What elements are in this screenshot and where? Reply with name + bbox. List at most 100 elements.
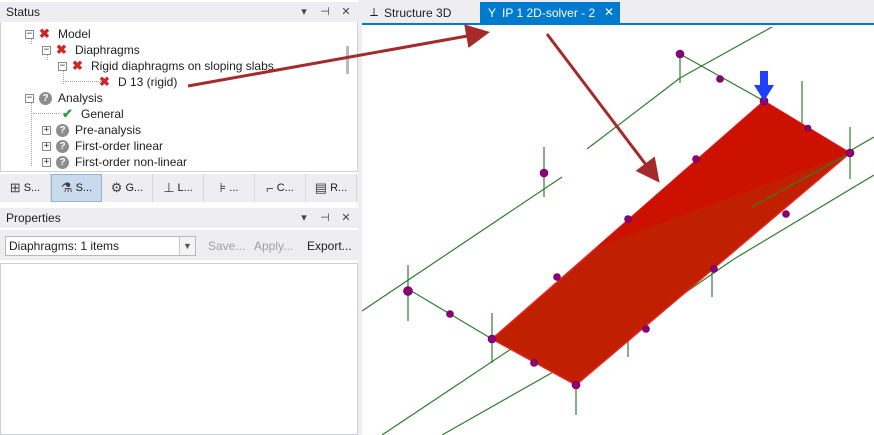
status-panel-pin-icon[interactable]: ⊣ — [319, 5, 331, 19]
tool-tab-checks[interactable]: ⌐ C... — [255, 174, 306, 202]
status-panel-close-icon[interactable]: ✕ — [340, 5, 352, 19]
properties-toolbar: Diaphragms: 1 items ▼ Save... Apply... E… — [0, 230, 358, 260]
status-panel-dropdown-icon[interactable]: ▾ — [298, 5, 310, 19]
tool-tab-strip: ⊞ S... ⚗ S... ⚙ G... ⊥ L... ⊧ ... ⌐ C...… — [0, 174, 358, 202]
node — [845, 148, 855, 158]
collapse-icon[interactable]: − — [58, 61, 67, 71]
checkmark-icon: ✔ — [62, 106, 73, 121]
model-canvas[interactable] — [362, 27, 874, 435]
tree-item-rigid-diaphragms[interactable]: − ✖ Rigid diaphragms on sloping slabs — [58, 58, 274, 74]
expand-icon[interactable]: + — [42, 157, 51, 167]
expand-icon[interactable]: + — [42, 141, 51, 151]
node — [716, 75, 724, 83]
tree-item-label: Model — [58, 27, 91, 41]
structure-3d-icon: ⟂ — [370, 5, 379, 19]
properties-grid — [0, 263, 358, 435]
tree-item-label: Pre-analysis — [75, 123, 142, 137]
tool-tab-report[interactable]: ▤ R... — [306, 174, 357, 202]
tree-item-first-order-non-linear[interactable]: + ? First-order non-linear — [42, 154, 187, 170]
chevron-down-icon[interactable]: ▼ — [179, 237, 195, 255]
tree-item-first-order-linear[interactable]: + ? First-order linear — [42, 138, 163, 154]
error-icon: ✖ — [56, 42, 67, 57]
load-arrow-head — [754, 85, 774, 101]
status-tree: − ✖ Model − ✖ Diaphragms − ✖ Rigid diaph… — [0, 22, 358, 172]
node — [446, 310, 454, 318]
beam-line — [362, 176, 563, 312]
tool-tab-label: ... — [229, 182, 239, 194]
solver-icon: Y — [488, 5, 497, 20]
groups-icon: ⚙ — [110, 180, 123, 195]
apply-button[interactable]: Apply... — [254, 239, 293, 253]
status-panel-header: Status ▾ ⊣ ✕ — [0, 2, 358, 22]
tool-tab-status[interactable]: ⚗ S... — [51, 174, 102, 202]
load-arrow-shaft — [760, 71, 768, 87]
node — [487, 334, 497, 344]
node — [710, 265, 718, 273]
tab-structure-3d[interactable]: ⟂ Structure 3D — [362, 2, 474, 23]
loads-icon: ⊥ — [163, 180, 175, 195]
node — [403, 286, 413, 296]
properties-panel-pin-icon[interactable]: ⊣ — [319, 211, 331, 225]
tree-scrollbar[interactable] — [346, 46, 349, 74]
tab-2d-solver[interactable]: Y IP 1 2D-solver - 2 ✕ — [480, 2, 620, 23]
tree-item-diaphragms[interactable]: − ✖ Diaphragms — [42, 42, 140, 58]
collapse-icon[interactable]: − — [42, 45, 51, 55]
properties-panel-dropdown-icon[interactable]: ▾ — [298, 211, 310, 225]
tab-label: Structure 3D — [384, 5, 452, 20]
node — [642, 325, 650, 333]
tree-item-label: Rigid diaphragms on sloping slabs — [91, 59, 274, 73]
properties-panel-close-icon[interactable]: ✕ — [340, 211, 352, 225]
checks-icon: ⌐ — [266, 180, 274, 196]
status-icon: ⚗ — [60, 180, 73, 195]
tree-item-label: Diaphragms — [75, 43, 140, 57]
save-button[interactable]: Save... — [208, 239, 245, 253]
node — [782, 210, 790, 218]
export-button[interactable]: Export... — [307, 239, 352, 253]
structure-icon: ⊞ — [9, 180, 21, 195]
tool-tab-label: R... — [330, 182, 348, 194]
node — [624, 215, 632, 223]
error-icon: ✖ — [72, 58, 83, 73]
node — [804, 124, 812, 132]
close-tab-icon[interactable]: ✕ — [604, 5, 614, 19]
tool-tab-structure[interactable]: ⊞ S... — [0, 174, 51, 202]
tree-item-general[interactable]: ✔ General — [62, 106, 124, 122]
tree-item-analysis[interactable]: − ? Analysis — [25, 90, 103, 106]
tool-tab-label: S... — [75, 182, 93, 194]
beam-line — [441, 366, 563, 435]
error-icon: ✖ — [39, 26, 50, 41]
report-icon: ▤ — [314, 180, 328, 195]
tree-item-label: Analysis — [58, 91, 103, 105]
node — [553, 273, 561, 281]
properties-panel-header: Properties ▾ ⊣ ✕ — [0, 208, 358, 228]
model-viewport[interactable] — [362, 27, 874, 435]
tab-label: IP 1 2D-solver - 2 — [502, 5, 596, 20]
node — [571, 380, 581, 390]
tool-tab-groups[interactable]: ⚙ G... — [102, 174, 153, 202]
node — [692, 155, 700, 163]
collapse-icon[interactable]: − — [25, 29, 34, 39]
tree-item-pre-analysis[interactable]: + ? Pre-analysis — [42, 122, 141, 138]
tree-item-d13[interactable]: ✖ D 13 (rigid) — [99, 74, 177, 90]
tree-item-label: General — [81, 107, 124, 121]
tree-item-label: D 13 (rigid) — [118, 75, 178, 89]
tool-tab-label: G... — [125, 182, 144, 194]
document-tab-bar: ⟂ Structure 3D Y IP 1 2D-solver - 2 ✕ — [362, 0, 874, 25]
node — [675, 49, 685, 59]
results-icon: ⊧ — [219, 180, 227, 195]
question-icon: ? — [56, 155, 69, 169]
node — [530, 359, 538, 367]
tree-item-model[interactable]: − ✖ Model — [25, 26, 91, 42]
tool-tab-loads[interactable]: ⊥ L... — [153, 174, 204, 202]
tool-tab-label: L... — [177, 182, 193, 194]
properties-panel-title: Properties — [6, 211, 61, 225]
question-icon: ? — [39, 91, 52, 105]
tool-tab-label: C... — [276, 182, 294, 194]
collapse-icon[interactable]: − — [25, 93, 34, 103]
tool-tab-results[interactable]: ⊧ ... — [204, 174, 255, 202]
question-icon: ? — [56, 139, 69, 153]
tree-item-label: First-order linear — [75, 139, 164, 153]
selection-dropdown[interactable]: Diaphragms: 1 items ▼ — [5, 236, 196, 256]
question-icon: ? — [56, 123, 69, 137]
expand-icon[interactable]: + — [42, 125, 51, 135]
